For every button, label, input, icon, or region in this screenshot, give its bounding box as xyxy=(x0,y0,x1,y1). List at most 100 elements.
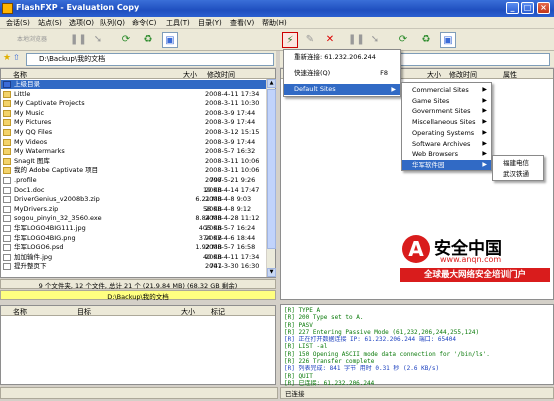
site-item[interactable]: 武汉铁通 xyxy=(493,169,543,180)
menu-session[interactable]: 会话(S) xyxy=(6,18,30,28)
pause-icon[interactable]: ❚❚ xyxy=(70,32,87,48)
remote-sync-icon[interactable]: ♻ xyxy=(418,32,434,48)
scrollbar[interactable]: ▲ ▼ xyxy=(266,79,276,277)
disconnect-icon[interactable]: ✎ xyxy=(302,32,318,48)
file-icon xyxy=(3,215,11,223)
remote-col-modified[interactable]: 修改时间 xyxy=(449,70,477,80)
scroll-thumb[interactable] xyxy=(267,89,276,249)
submenu-arrow-icon: ▶ xyxy=(482,107,487,115)
file-row[interactable]: DriverGenius_v2008b3.zip 6.21 MB 2008-4-8 … xyxy=(1,195,275,204)
remote-refresh-icon[interactable]: ⟳ xyxy=(395,32,411,48)
menu-tools[interactable]: 工具(T) xyxy=(166,18,190,28)
file-name: .profile xyxy=(14,176,37,184)
menu-view[interactable]: 查看(V) xyxy=(230,18,254,28)
remote-col-size[interactable]: 大小 xyxy=(427,70,441,80)
abort-icon[interactable]: ✕ xyxy=(322,32,338,48)
log-line: [R] 列表完成: 841 字节 用时 0.31 秒 (2.6 KB/s) xyxy=(284,365,440,373)
file-row[interactable]: 加加输件.jpg 40 KB 2008-4-11 17:34 xyxy=(1,253,275,262)
file-list-header: 名称 大小 修改时间 xyxy=(1,69,275,79)
file-row[interactable]: 华军LOGO4BIG.png 374 KB 2007-4-6 18:44 xyxy=(1,234,275,243)
transfer-icon[interactable]: ➘ xyxy=(90,32,106,48)
sync-icon[interactable]: ♻ xyxy=(140,32,156,48)
menu-default-sites[interactable]: Default Sites ▶ xyxy=(284,84,400,95)
file-name: My Watermarks xyxy=(14,147,65,156)
close-button[interactable]: × xyxy=(537,2,550,14)
folder-up-icon[interactable]: ⇧ xyxy=(13,53,20,62)
folder-icon xyxy=(3,148,11,156)
file-name: 我的 Adobe Captivate 项目 xyxy=(14,166,99,175)
menu-reconnect[interactable]: 重新连接: 61.232.206.244 xyxy=(284,52,400,63)
scroll-up-button[interactable]: ▲ xyxy=(267,79,276,88)
queue-col-size[interactable]: 大小 xyxy=(181,307,195,317)
file-row[interactable]: 上级目录 xyxy=(1,80,275,89)
parent-dir-icon xyxy=(3,81,11,88)
sites-submenu: Commercial Sites ▶ Game Sites ▶ Government S… xyxy=(401,82,492,171)
file-icon xyxy=(3,244,11,252)
menu-directory[interactable]: 目录(Y) xyxy=(198,18,222,28)
file-row[interactable]: .profile 797 2008-5-21 9:26 xyxy=(1,176,275,185)
col-size[interactable]: 大小 xyxy=(183,70,197,80)
left-path-input[interactable]: D:\Backup\我的文档 xyxy=(26,53,274,66)
file-row[interactable]: 我的 Adobe Captivate 项目 2008-3-11 10:06 xyxy=(1,166,275,175)
site-category-label: Game Sites xyxy=(412,96,450,105)
menu-help[interactable]: 帮助(H) xyxy=(262,18,287,28)
file-date: 2008-3-9 17:44 xyxy=(205,137,256,146)
site-category-item[interactable]: Software Archives ▶ xyxy=(402,139,491,149)
queue-col-target[interactable]: 目标 xyxy=(77,307,91,317)
local-browse-button[interactable]: 本地浏览器 xyxy=(12,32,52,48)
submenu-arrow-icon: ▶ xyxy=(482,96,487,104)
file-row[interactable]: 华军LOGO6.psd 1.92 MB 2008-5-7 16:58 xyxy=(1,243,275,252)
scroll-down-button[interactable]: ▼ xyxy=(267,268,276,277)
submenu-arrow-icon: ▶ xyxy=(482,139,487,147)
menu-queue[interactable]: 队列(Q) xyxy=(100,18,125,28)
site-category-item[interactable]: Game Sites ▶ xyxy=(402,96,491,106)
connect-icon[interactable]: ⚡ xyxy=(282,32,298,48)
file-row[interactable]: SnagIt 图库 2008-3-11 10:06 xyxy=(1,157,275,166)
site-category-item[interactable]: Web Browsers ▶ xyxy=(402,149,491,159)
site-category-label: Web Browsers xyxy=(412,150,458,159)
menu-options[interactable]: 选项(O) xyxy=(69,18,94,28)
menu-quick-connect[interactable]: 快速连接(Q) F8 xyxy=(284,68,400,79)
maximize-button[interactable]: □ xyxy=(521,2,534,14)
site-item[interactable]: 福建电信 xyxy=(493,158,543,169)
site-category-item[interactable]: 华军软件园 ▶ xyxy=(402,159,491,170)
file-row[interactable]: Little 2008-4-11 17:34 xyxy=(1,90,275,99)
file-row[interactable]: 华军LOGO4BIG111.jpg 405 KB 2008-5-7 16:24 xyxy=(1,224,275,233)
menu-sites[interactable]: 站点(S) xyxy=(38,18,62,28)
site-category-item[interactable]: Government Sites ▶ xyxy=(402,106,491,116)
site-category-item[interactable]: Commercial Sites ▶ xyxy=(402,85,491,95)
file-row[interactable]: My Captivate Projects 2008-3-11 10:30 xyxy=(1,99,275,108)
star-icon[interactable]: ★ xyxy=(3,53,11,63)
remote-pause-icon[interactable]: ❚❚ xyxy=(348,32,365,48)
log-line: [R] QUIT xyxy=(284,372,313,380)
col-name[interactable]: 名称 xyxy=(13,70,27,80)
remote-col-attr[interactable]: 属性 xyxy=(503,70,517,80)
file-name: My Pictures xyxy=(14,118,52,127)
file-row[interactable]: 提升整页下 741 2007-3-30 16:30 xyxy=(1,262,275,271)
file-icon xyxy=(3,253,11,261)
file-row[interactable]: MyDrivers.zip 58 KB 2008-4-8 9:12 xyxy=(1,205,275,214)
folder-icon xyxy=(3,157,11,165)
col-modified[interactable]: 修改时间 xyxy=(207,70,235,80)
file-icon xyxy=(3,263,11,271)
queue-col-name[interactable]: 名称 xyxy=(13,307,27,317)
file-row[interactable]: Doc1.doc 19 KB 2008-4-14 17:47 xyxy=(1,186,275,195)
file-row[interactable]: My QQ Files 2008-3-12 15:15 xyxy=(1,128,275,137)
minimize-button[interactable]: _ xyxy=(506,2,519,14)
remote-transfer-icon[interactable]: ➘ xyxy=(367,32,383,48)
site-category-item[interactable]: Operating Systems ▶ xyxy=(402,128,491,138)
queue-col-note[interactable]: 标记 xyxy=(211,307,225,317)
view-icon[interactable]: ▣ xyxy=(162,32,178,48)
remote-view-icon[interactable]: ▣ xyxy=(440,32,456,48)
file-row[interactable]: My Pictures 2008-3-9 17:44 xyxy=(1,118,275,127)
file-row[interactable]: sogou_pinyin_32_3560.exe 8.84 MB 2008-4-28… xyxy=(1,214,275,223)
file-row[interactable]: My Videos 2008-3-9 17:44 xyxy=(1,138,275,147)
refresh-icon[interactable]: ⟳ xyxy=(118,32,134,48)
menu-command[interactable]: 命令(C) xyxy=(132,18,156,28)
site-category-item[interactable]: Miscellaneous Sites ▶ xyxy=(402,117,491,127)
file-date: 2008-5-7 16:24 xyxy=(205,224,256,232)
file-row[interactable]: My Watermarks 2008-5-7 16:32 xyxy=(1,147,275,156)
file-row[interactable]: My Music 2008-3-9 17:44 xyxy=(1,109,275,118)
submenu-arrow-icon: ▶ xyxy=(482,118,487,126)
log-line: [R] 227 Entering Passive Mode (61,232,20… xyxy=(284,328,480,336)
